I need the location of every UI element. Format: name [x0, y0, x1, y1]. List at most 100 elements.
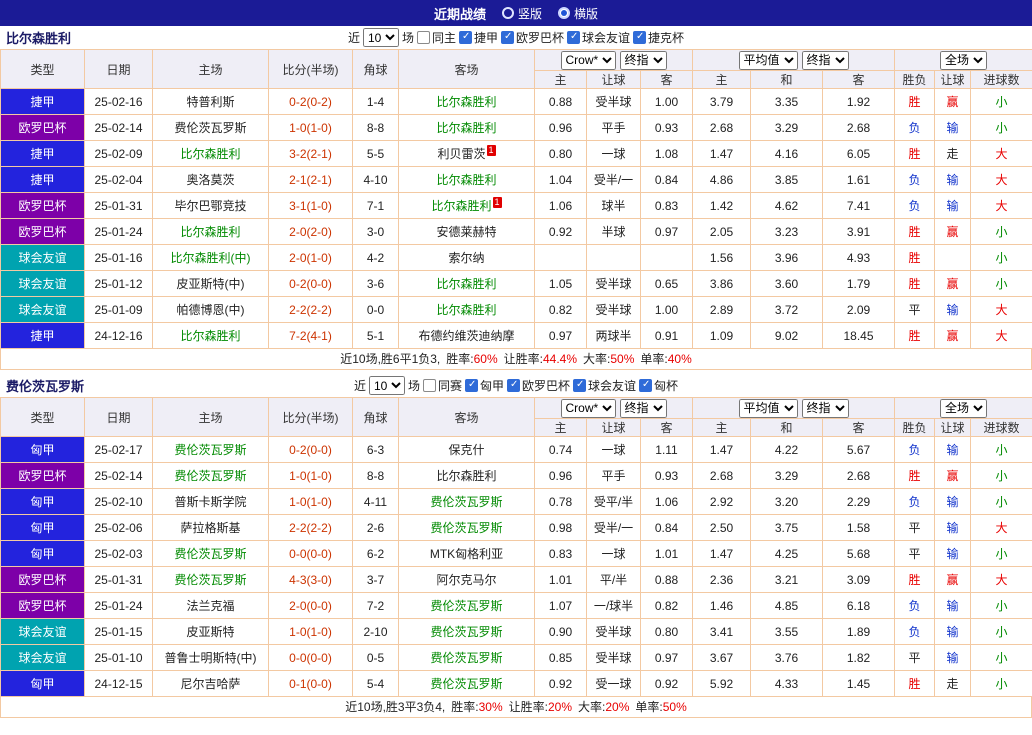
match-score[interactable]: 0-1(0-0) [268, 670, 353, 697]
away-team[interactable]: 比尔森胜利 [431, 199, 491, 213]
away-team[interactable]: 保克什 [448, 443, 484, 457]
away-team[interactable]: 费伦茨瓦罗斯 [430, 599, 502, 613]
match-score[interactable]: 1-0(1-0) [268, 618, 353, 645]
away-team[interactable]: MTK匈格利亚 [430, 547, 503, 561]
match-score[interactable]: 2-2(2-2) [268, 296, 353, 323]
filter-checkbox-friendly[interactable]: 球会友谊 [573, 377, 636, 394]
match-score[interactable]: 2-2(2-2) [268, 514, 353, 541]
home-team[interactable]: 普斯卡斯学院 [174, 495, 246, 509]
checkbox-icon[interactable] [567, 31, 581, 44]
home-team[interactable]: 皮亚斯特(中) [177, 277, 245, 291]
match-score[interactable]: 0-2(0-0) [268, 270, 353, 297]
away-team[interactable]: 安德莱赫特 [436, 225, 496, 239]
match-score[interactable]: 1-0(1-0) [268, 462, 353, 489]
filter-checkbox-friendly[interactable]: 球会友谊 [567, 29, 630, 46]
odds-away: 0.93 [640, 462, 693, 489]
home-team[interactable]: 费伦茨瓦罗斯 [174, 573, 246, 587]
home-team[interactable]: 比尔森胜利 [180, 147, 240, 161]
away-team[interactable]: 阿尔克马尔 [436, 573, 496, 587]
match-score[interactable]: 2-0(0-0) [268, 592, 353, 619]
avg-type-select[interactable]: 终指 [801, 50, 849, 70]
away-team[interactable]: 费伦茨瓦罗斯 [430, 651, 502, 665]
checkbox-icon[interactable] [573, 379, 587, 392]
avg-type-select[interactable]: 终指 [801, 398, 849, 418]
filter-checkbox-cup[interactable]: 匈杯 [639, 377, 678, 394]
checkbox-icon[interactable] [639, 379, 653, 392]
home-team[interactable]: 费伦茨瓦罗斯 [174, 121, 246, 135]
home-team[interactable]: 比尔森胜利 [180, 329, 240, 343]
checkbox-icon[interactable] [633, 31, 647, 44]
away-team[interactable]: 费伦茨瓦罗斯 [430, 521, 502, 535]
away-team[interactable]: 布德约维茨迪纳摩 [418, 329, 514, 343]
checkbox-icon[interactable] [416, 31, 430, 44]
filter-checkbox-europa[interactable]: 欧罗巴杯 [507, 377, 570, 394]
match-score[interactable]: 1-0(1-0) [268, 488, 353, 515]
away-team[interactable]: 比尔森胜利 [436, 121, 496, 135]
checkbox-icon[interactable] [507, 379, 520, 392]
radio-icon[interactable] [501, 7, 514, 19]
checkbox-label: 球会友谊 [582, 31, 631, 45]
filter-checkbox-league[interactable]: 匈甲 [464, 377, 504, 394]
home-team[interactable]: 奥洛莫茨 [186, 173, 234, 187]
filter-checkbox-europa[interactable]: 欧罗巴杯 [501, 29, 564, 46]
away-team[interactable]: 比尔森胜利 [436, 469, 496, 483]
away-team[interactable]: 索尔纳 [448, 251, 484, 265]
home-team[interactable]: 比尔森胜利(中) [171, 251, 251, 265]
match-score[interactable]: 0-2(0-2) [268, 88, 353, 115]
home-team[interactable]: 萨拉格斯基 [180, 521, 240, 535]
match-score[interactable]: 4-3(3-0) [268, 566, 353, 593]
away-team[interactable]: 比尔森胜利 [436, 277, 496, 291]
checkbox-icon[interactable] [464, 379, 478, 392]
home-team[interactable]: 普鲁士明斯特(中) [165, 651, 257, 665]
checkbox-icon[interactable] [458, 31, 472, 44]
match-score[interactable]: 3-1(1-0) [268, 192, 353, 219]
layout-radio-vertical[interactable]: 竖版 [501, 5, 542, 22]
home-team[interactable]: 尼尔吉哈萨 [180, 677, 240, 691]
home-team[interactable]: 帕德博恩(中) [177, 303, 245, 317]
home-team[interactable]: 费伦茨瓦罗斯 [174, 469, 246, 483]
radio-icon[interactable] [558, 7, 570, 19]
away-team-cell: 费伦茨瓦罗斯 [398, 644, 535, 671]
match-score[interactable]: 2-0(1-0) [268, 244, 353, 271]
home-team[interactable]: 比尔森胜利 [180, 225, 240, 239]
home-team[interactable]: 皮亚斯特 [186, 625, 234, 639]
match-count-select[interactable]: 10 [368, 376, 405, 395]
layout-radio-horizontal[interactable]: 横版 [558, 5, 598, 22]
match-score[interactable]: 2-0(2-0) [268, 218, 353, 245]
away-team[interactable]: 费伦茨瓦罗斯 [430, 625, 502, 639]
home-team[interactable]: 费伦茨瓦罗斯 [174, 443, 246, 457]
filter-checkbox-league[interactable]: 捷甲 [458, 29, 498, 46]
home-team[interactable]: 毕尔巴鄂竞技 [174, 199, 246, 213]
checkbox-icon[interactable] [422, 379, 436, 392]
match-score[interactable]: 2-1(2-1) [268, 166, 353, 193]
away-team[interactable]: 比尔森胜利 [436, 95, 496, 109]
match-score[interactable]: 1-0(1-0) [268, 114, 353, 141]
filter-checkbox-cup[interactable]: 捷克杯 [633, 29, 684, 46]
away-team[interactable]: 比尔森胜利 [436, 303, 496, 317]
away-team[interactable]: 利贝雷茨 [437, 147, 485, 161]
odds-company-select[interactable]: Crow* [560, 50, 616, 70]
avg-select[interactable]: 平均值 [738, 398, 798, 418]
match-score[interactable]: 7-2(4-1) [268, 322, 353, 349]
odds-company-select[interactable]: Crow* [560, 398, 616, 418]
corner-score: 0-5 [352, 644, 399, 671]
filter-checkbox-same-comp[interactable]: 同赛 [422, 377, 462, 394]
match-score[interactable]: 3-2(2-1) [268, 140, 353, 167]
match-score[interactable]: 0-2(0-0) [268, 436, 353, 463]
odds-type-select[interactable]: 终指 [619, 50, 667, 70]
match-count-select[interactable]: 10 [362, 28, 399, 47]
away-team[interactable]: 比尔森胜利 [436, 173, 496, 187]
match-score[interactable]: 0-0(0-0) [268, 540, 353, 567]
odds-type-select[interactable]: 终指 [619, 398, 667, 418]
away-team[interactable]: 费伦茨瓦罗斯 [430, 495, 502, 509]
home-team[interactable]: 特普利斯 [186, 95, 234, 109]
checkbox-icon[interactable] [501, 31, 514, 44]
home-team[interactable]: 费伦茨瓦罗斯 [174, 547, 246, 561]
scope-select[interactable]: 全场 [940, 50, 988, 70]
home-team[interactable]: 法兰克福 [186, 599, 234, 613]
scope-select[interactable]: 全场 [940, 398, 988, 418]
filter-checkbox-same-home[interactable]: 同主 [416, 29, 456, 46]
avg-select[interactable]: 平均值 [738, 50, 798, 70]
away-team[interactable]: 费伦茨瓦罗斯 [430, 677, 502, 691]
match-score[interactable]: 0-0(0-0) [268, 644, 353, 671]
